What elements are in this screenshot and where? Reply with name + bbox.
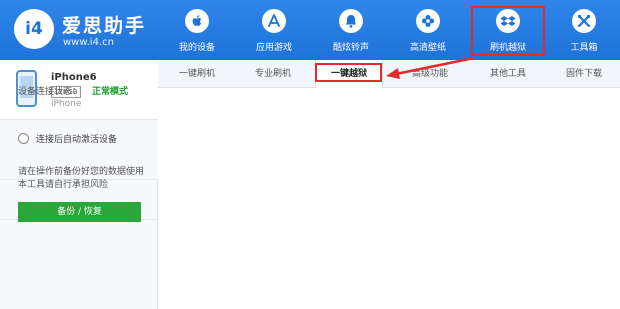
bell-icon <box>339 9 363 33</box>
nav-toolbox[interactable]: 工具箱 <box>548 0 620 60</box>
backup-warning-text: 请在操作前备份好您的数据使用本工具请自行承担风险 <box>18 167 145 190</box>
nav-highlight-box <box>471 6 545 56</box>
i4-logo: i4 <box>14 9 54 49</box>
tab-other-tools[interactable]: 其他工具 <box>476 60 540 88</box>
backup-restore-button[interactable]: 备份 / 恢复 <box>18 202 141 222</box>
jailbreak-content-area <box>158 89 620 309</box>
nav-my-device[interactable]: 我的设备 <box>161 0 233 60</box>
nav-label: 应用游戏 <box>255 43 292 53</box>
auto-activate-label[interactable]: 连接后自动激活设备 <box>36 132 117 145</box>
tab-highlight-box <box>315 63 382 82</box>
nav-label: 我的设备 <box>178 43 215 53</box>
brand-url: www.i4.cn <box>63 37 114 48</box>
tab-firmware-download[interactable]: 固件下载 <box>552 60 616 88</box>
brand-name: 爱思助手 <box>62 15 147 37</box>
app-store-icon <box>262 9 286 33</box>
tab-advanced[interactable]: 高级功能 <box>398 60 462 88</box>
device-name: iPhone6 <box>51 72 97 83</box>
tab-pro-flash[interactable]: 专业刷机 <box>241 60 305 88</box>
tab-one-click-flash[interactable]: 一键刷机 <box>165 60 229 88</box>
nav-label: 高清壁纸 <box>409 43 446 53</box>
connection-status-label: 设备连接状态： <box>18 87 82 97</box>
tools-icon <box>572 9 596 33</box>
device-type: iPhone <box>51 99 82 109</box>
nav-label: 工具箱 <box>570 43 598 53</box>
nav-apps-games[interactable]: 应用游戏 <box>238 0 310 60</box>
auto-activate-radio[interactable] <box>18 133 29 144</box>
i4-app-window: i4 爱思助手 www.i4.cn 我的设备 应用游戏 酷炫铃声 高清壁纸 刷机… <box>0 0 620 309</box>
nav-wallpapers[interactable]: 高清壁纸 <box>392 0 464 60</box>
nav-ringtones[interactable]: 酷炫铃声 <box>315 0 387 60</box>
connection-status-value: 正常模式 <box>92 87 129 97</box>
flower-icon <box>416 9 440 33</box>
apple-icon <box>185 9 209 33</box>
top-navigation-bar: i4 爱思助手 www.i4.cn 我的设备 应用游戏 酷炫铃声 高清壁纸 刷机… <box>0 0 620 60</box>
nav-label: 酷炫铃声 <box>332 43 369 53</box>
